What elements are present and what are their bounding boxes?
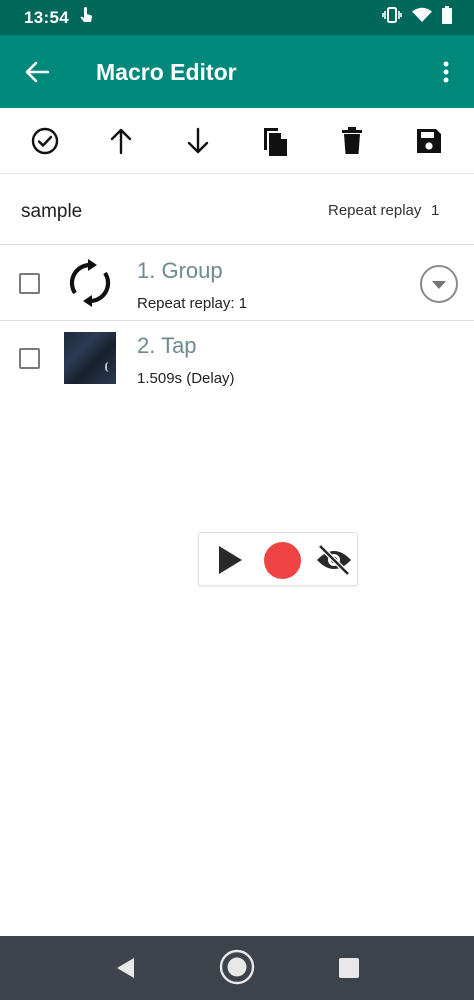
touch-icon <box>79 6 93 29</box>
chevron-down-icon <box>432 281 446 289</box>
app-bar: Macro Editor <box>0 35 474 108</box>
battery-icon <box>442 6 452 29</box>
nav-back-button[interactable] <box>112 954 138 982</box>
row-title: 2. Tap <box>137 333 197 358</box>
visibility-off-icon <box>317 544 351 576</box>
back-arrow-icon <box>25 61 50 83</box>
nav-home-icon <box>219 949 255 985</box>
page-title: Macro Editor <box>96 59 237 85</box>
hide-controls-button[interactable] <box>315 542 353 578</box>
record-button[interactable] <box>264 542 301 579</box>
copy-button[interactable] <box>259 125 291 157</box>
row-checkbox[interactable] <box>19 273 40 294</box>
list-item-tap[interactable]: 2. Tap 1.509s (Delay) <box>0 321 474 396</box>
move-up-icon <box>110 128 132 155</box>
copy-icon <box>264 128 287 156</box>
status-bar: 13:54 <box>0 0 474 35</box>
repeat-replay-value: 1 <box>431 202 440 219</box>
row-checkbox[interactable] <box>19 348 40 369</box>
move-down-icon <box>187 127 209 154</box>
wifi-icon <box>412 7 432 28</box>
list-item-group[interactable]: 1. Group Repeat replay: 1 <box>0 246 474 321</box>
play-button[interactable] <box>213 543 247 577</box>
save-button[interactable] <box>413 125 445 157</box>
nav-home-button[interactable] <box>219 949 255 985</box>
delete-icon <box>342 127 362 154</box>
sync-icon <box>64 257 116 309</box>
select-all-button[interactable] <box>29 125 61 157</box>
row-subtitle: Repeat replay: 1 <box>137 295 248 312</box>
more-options-button[interactable] <box>434 57 458 87</box>
vibrate-icon <box>382 6 402 29</box>
system-nav-bar <box>0 936 474 1000</box>
delete-button[interactable] <box>336 125 368 157</box>
back-button[interactable] <box>18 57 56 87</box>
tap-thumbnail-image <box>64 332 116 384</box>
save-icon <box>417 129 441 153</box>
row-title: 1. Group <box>137 258 223 283</box>
move-up-button[interactable] <box>105 125 137 157</box>
expand-group-button[interactable] <box>420 265 458 303</box>
nav-back-icon <box>117 958 134 978</box>
editor-toolbar <box>0 108 474 174</box>
move-down-button[interactable] <box>182 125 214 157</box>
status-right <box>382 6 452 29</box>
status-time: 13:54 <box>24 7 69 27</box>
floating-control-bar <box>198 532 358 586</box>
nav-recents-icon[interactable] <box>339 958 359 978</box>
repeat-replay-label: Repeat replay <box>328 202 422 219</box>
row-subtitle: 1.509s (Delay) <box>137 370 235 387</box>
select-all-icon <box>31 127 59 155</box>
more-vert-icon <box>443 61 449 83</box>
macro-name: sample <box>21 201 83 222</box>
macro-header[interactable]: sample Repeat replay 1 <box>0 175 474 245</box>
play-icon <box>219 546 242 574</box>
status-left: 13:54 <box>24 6 93 29</box>
